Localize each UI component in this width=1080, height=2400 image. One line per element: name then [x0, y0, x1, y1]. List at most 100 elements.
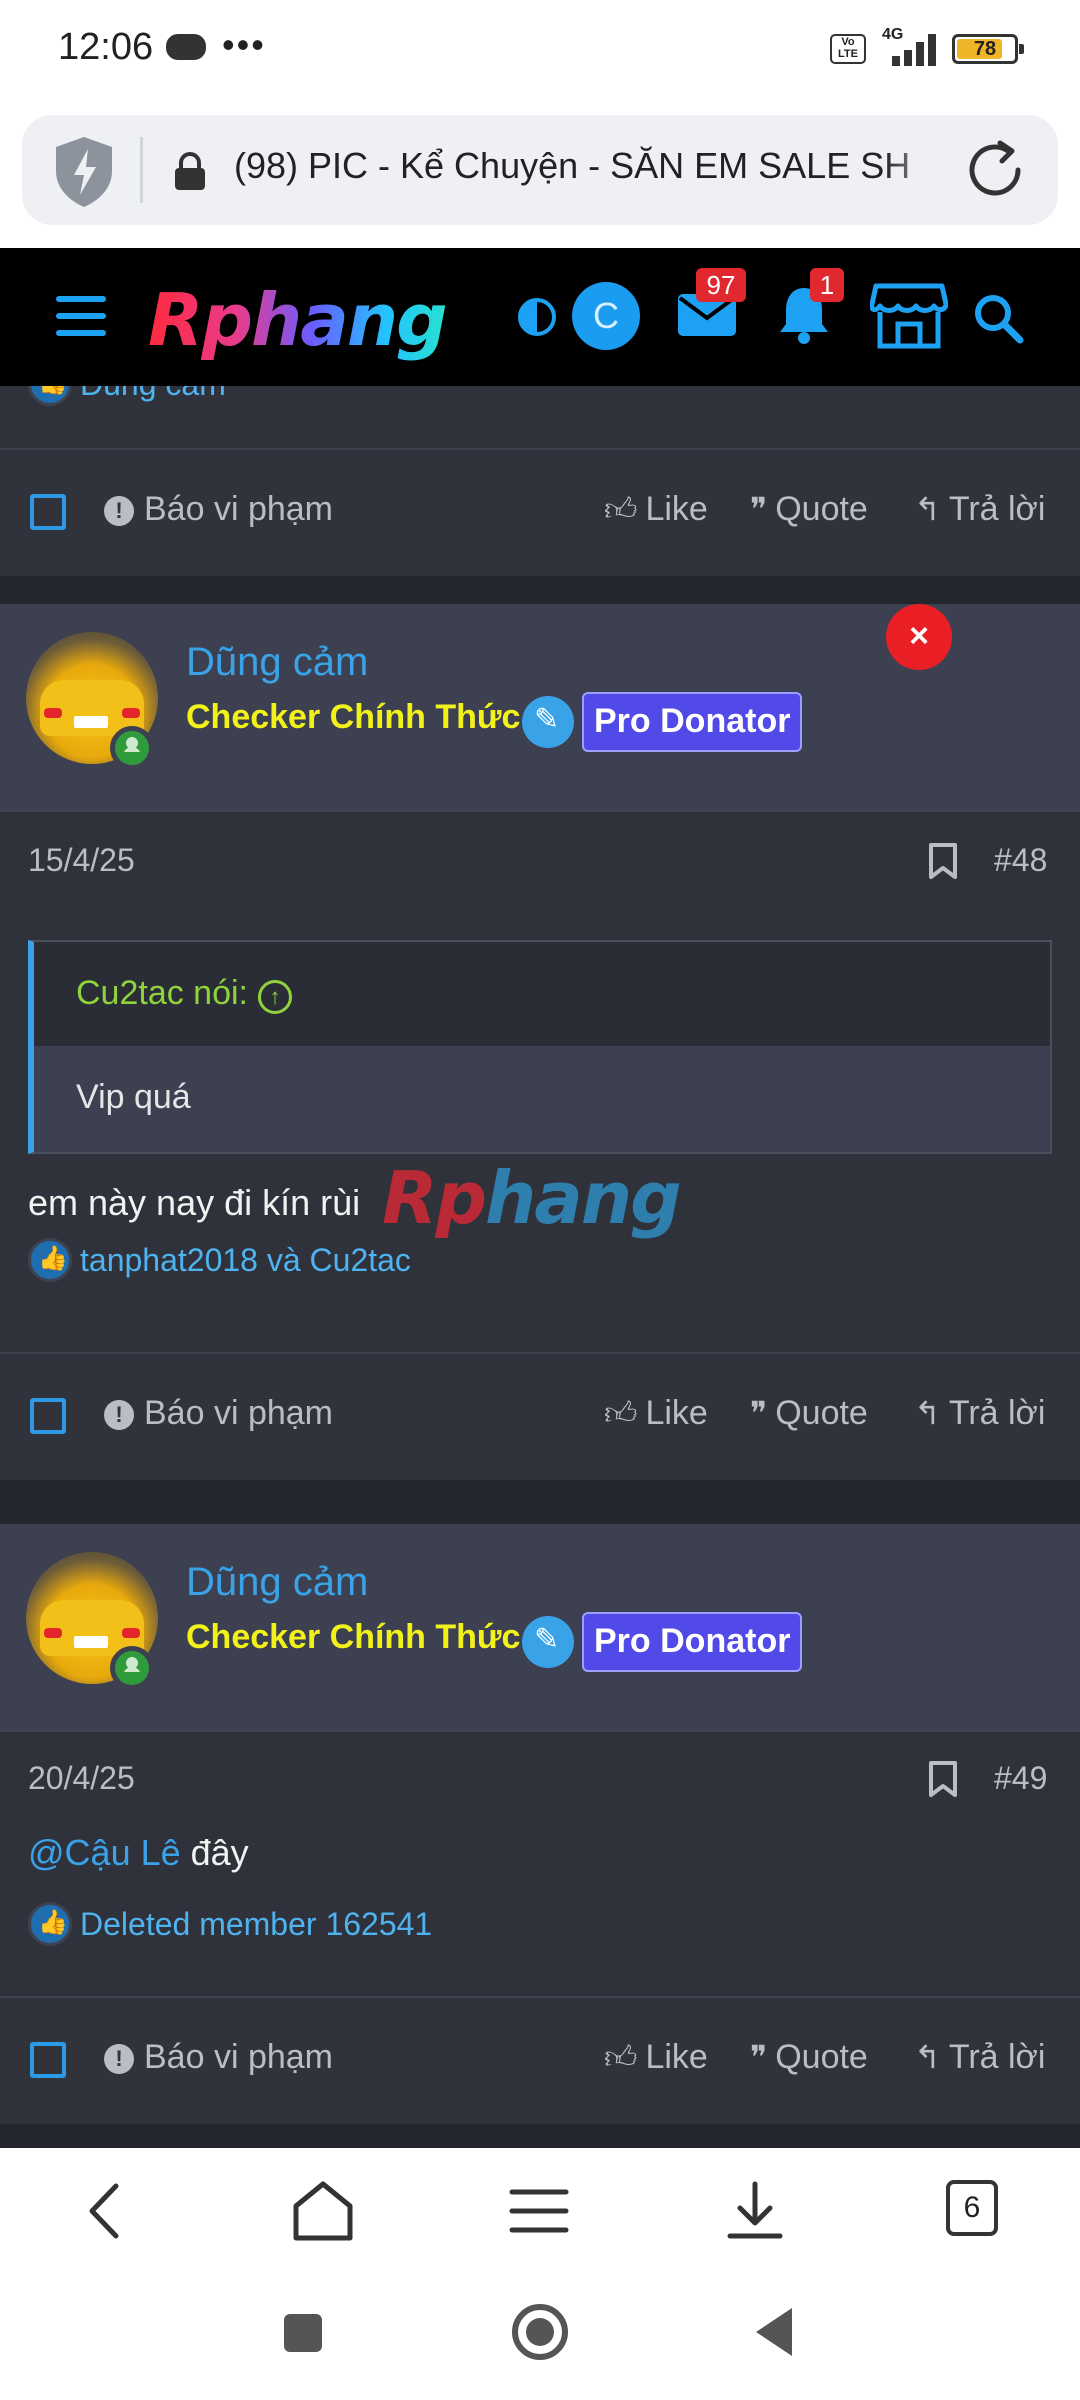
quote-icon: ❞ [750, 491, 768, 527]
address-bar[interactable]: (98) PIC - Kể Chuyện - SĂN EM SALE SH [22, 115, 1058, 225]
system-navigation [0, 2270, 1080, 2400]
menu-lines-icon[interactable] [504, 2176, 574, 2246]
like-reaction-icon [28, 1902, 72, 1946]
reply-icon: ↰ [914, 2039, 941, 2075]
reply-icon: ↰ [914, 491, 941, 527]
post-actions: ! Báo vi phạm 👍︎ Like ❞ Quote ↰ Trả lời [0, 1998, 1080, 2124]
quote-author[interactable]: Cu2tac nói: ↑ [76, 974, 292, 1014]
quote-icon: ❞ [750, 2039, 768, 2075]
like-reaction-icon [28, 1238, 72, 1282]
user-title: Checker Chính Thức [186, 1618, 521, 1656]
reply-button[interactable]: ↰ Trả lời [914, 1394, 1045, 1433]
signal-icon: 4G [878, 26, 940, 66]
bookmark-icon[interactable] [928, 1760, 958, 1798]
post-body: 20/4/25 #49 @Cậu Lê đây Deleted member 1… [0, 1732, 1080, 1968]
post-actions: ! Báo vi phạm 👍︎ Like ❞ Quote ↰ Trả lời [0, 450, 1080, 576]
post-message: em này nay đi kín rùi [28, 1182, 361, 1223]
browser-toolbar: (98) PIC - Kể Chuyện - SĂN EM SALE SH [0, 100, 1080, 248]
browser-bottom-nav: 6 [0, 2148, 1080, 2270]
post-date[interactable]: 20/4/25 [28, 1760, 135, 1797]
address-divider [140, 137, 143, 203]
report-button[interactable]: ! Báo vi phạm [104, 1394, 333, 1433]
report-button[interactable]: ! Báo vi phạm [104, 490, 333, 529]
quote-text: Vip quá [76, 1078, 191, 1116]
reaction-users[interactable]: Dũng cảm [80, 386, 226, 403]
like-reaction-icon [28, 386, 72, 406]
theme-toggle-icon[interactable] [518, 298, 556, 336]
online-status-icon [110, 1646, 154, 1690]
quote-button[interactable]: ❞ Quote [750, 490, 868, 529]
back-icon[interactable] [72, 2176, 142, 2246]
recent-apps-icon[interactable] [284, 2314, 322, 2352]
thumbs-up-icon: 👍︎ [604, 2039, 638, 2075]
user-banner: Pro Donator [582, 1612, 803, 1672]
close-icon[interactable]: × [886, 604, 952, 670]
reply-button[interactable]: ↰ Trả lời [914, 490, 1045, 529]
url-text[interactable]: (98) PIC - Kể Chuyện - SĂN EM SALE SH [234, 145, 944, 187]
reply-icon: ↰ [914, 1395, 941, 1431]
thread-content: Dũng cảm !Báo vi phạm 👍︎Like ❞Quote ↰Trả… [0, 386, 1080, 2148]
report-button[interactable]: ! Báo vi phạm [104, 2038, 333, 2077]
store-icon[interactable] [870, 280, 948, 350]
thumbs-up-icon: 👍︎ [604, 491, 638, 527]
battery-level: 78 [973, 38, 997, 60]
select-checkbox[interactable] [30, 1398, 66, 1434]
like-button[interactable]: 👍︎ Like [604, 490, 708, 529]
site-logo[interactable]: Rphang [148, 278, 448, 362]
select-checkbox[interactable] [30, 2042, 66, 2078]
alert-icon: ! [104, 1400, 134, 1430]
quote-icon: ❞ [750, 1395, 768, 1431]
menu-icon[interactable] [56, 296, 106, 336]
network-type: 4G [882, 26, 904, 43]
shield-icon[interactable] [52, 135, 116, 209]
arrow-up-circle-icon[interactable]: ↑ [258, 980, 292, 1014]
quote-button[interactable]: ❞ Quote [750, 1394, 868, 1433]
post-date[interactable]: 15/4/25 [28, 842, 135, 879]
verified-checker-icon [522, 1616, 574, 1668]
account-avatar[interactable]: C [572, 282, 640, 350]
reload-icon[interactable] [962, 137, 1028, 203]
verified-checker-icon [522, 696, 574, 748]
gamepad-icon [166, 34, 206, 60]
reaction-users[interactable]: Deleted member 162541 [80, 1906, 432, 1943]
alert-icon: ! [104, 496, 134, 526]
system-back-icon[interactable] [756, 2308, 792, 2356]
battery-icon: 78 [952, 34, 1024, 64]
watermark-logo: Rphang [382, 1156, 682, 1240]
post-number[interactable]: #49 [994, 1760, 1047, 1797]
post-author-header: Dũng cảm Checker Chính Thức Pro Donator … [0, 604, 1080, 810]
thumbs-up-icon: 👍︎ [604, 1395, 638, 1431]
like-button[interactable]: 👍︎ Like [604, 2038, 708, 2077]
post-message: @Cậu Lê đây [28, 1832, 249, 1873]
author-name[interactable]: Dũng cảm [186, 1560, 368, 1605]
select-checkbox[interactable] [30, 494, 66, 530]
site-header: Rphang C 97 1 [0, 248, 1080, 386]
post-actions: ! Báo vi phạm 👍︎ Like ❞ Quote ↰ Trả lời [0, 1354, 1080, 1480]
post-number[interactable]: #48 [994, 842, 1047, 879]
alerts-badge: 1 [810, 268, 844, 302]
quote-block: Cu2tac nói: ↑ Vip quá [28, 940, 1052, 1154]
post-author-header: Dũng cảm Checker Chính Thức Pro Donator [0, 1524, 1080, 1730]
more-notifications-icon: ••• [222, 24, 266, 65]
quote-button[interactable]: ❞ Quote [750, 2038, 868, 2077]
online-status-icon [110, 726, 154, 770]
bookmark-icon[interactable] [928, 842, 958, 880]
reply-button[interactable]: ↰ Trả lời [914, 2038, 1045, 2077]
tab-switcher-button[interactable]: 6 [946, 2180, 998, 2236]
user-banner: Pro Donator [582, 692, 803, 752]
home-button-icon[interactable] [512, 2304, 568, 2360]
messages-badge: 97 [696, 268, 746, 302]
volte-icon: Vo LTE [830, 34, 866, 64]
alert-icon: ! [104, 2044, 134, 2074]
user-title: Checker Chính Thức [186, 698, 521, 736]
reaction-users[interactable]: tanphat2018 và Cu2tac [80, 1242, 411, 1279]
lock-icon [175, 152, 205, 190]
home-icon[interactable] [288, 2176, 358, 2246]
user-mention[interactable]: @Cậu Lê [28, 1832, 181, 1873]
search-icon[interactable] [972, 292, 1024, 344]
author-name[interactable]: Dũng cảm [186, 640, 368, 685]
status-time: 12:06 [58, 26, 154, 68]
status-bar: 12:06 ••• Vo LTE 4G 78 [0, 0, 1080, 100]
like-button[interactable]: 👍︎ Like [604, 1394, 708, 1433]
download-icon[interactable] [720, 2176, 790, 2246]
